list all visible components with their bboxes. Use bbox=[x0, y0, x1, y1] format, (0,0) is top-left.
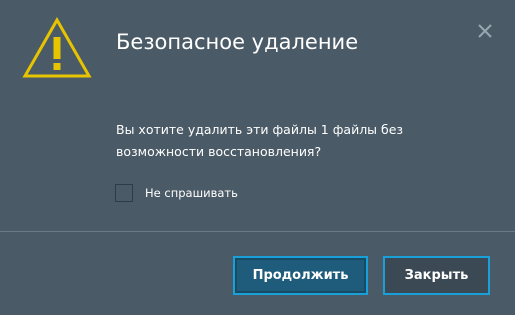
close-dialog-button[interactable]: Закрыть bbox=[383, 256, 490, 295]
warning-icon bbox=[22, 16, 92, 79]
dont-ask-checkbox[interactable]: Не спрашивать bbox=[115, 183, 238, 203]
checkbox-label: Не спрашивать bbox=[145, 186, 238, 200]
dialog-title: Безопасное удаление bbox=[116, 30, 359, 54]
close-icon bbox=[478, 24, 492, 38]
close-button[interactable] bbox=[474, 20, 496, 42]
secure-delete-dialog: Безопасное удаление Вы хотите удалить эт… bbox=[0, 0, 515, 315]
footer-divider bbox=[0, 231, 515, 232]
dialog-message: Вы хотите удалить эти файлы 1 файлы без … bbox=[116, 122, 404, 159]
continue-button[interactable]: Продолжить bbox=[233, 256, 368, 295]
checkbox-box[interactable] bbox=[115, 184, 133, 202]
